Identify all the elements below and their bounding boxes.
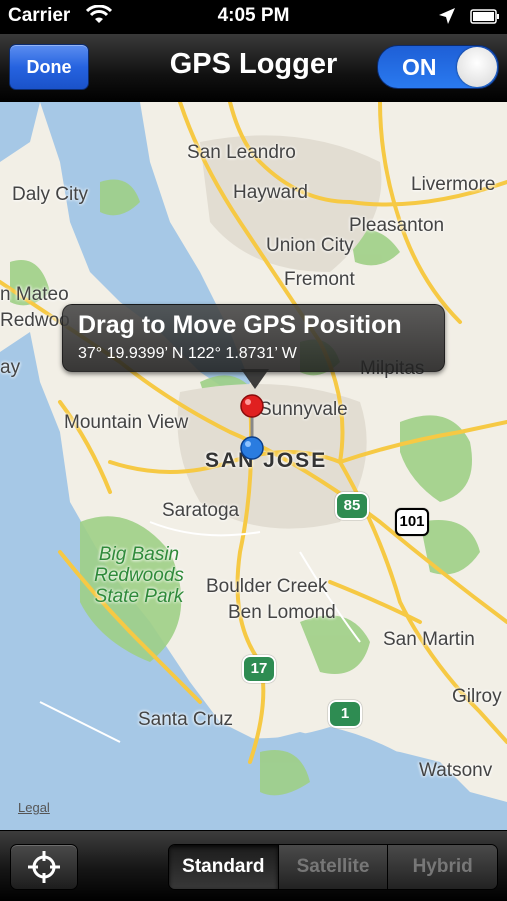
highway-1-shield: 1 — [328, 700, 362, 728]
place-label: Saratoga — [162, 500, 240, 521]
place-label: Santa Cruz — [138, 709, 234, 730]
pin-callout[interactable]: Drag to Move GPS Position 37° 19.9399’ N… — [62, 304, 445, 372]
callout-coordinates: 37° 19.9399’ N 122° 1.8731’ W — [78, 345, 297, 362]
map-view[interactable]: San Leandro Livermore Daly City Hayward … — [0, 102, 507, 830]
battery-icon — [470, 9, 499, 24]
highway-17-shield: 17 — [242, 655, 276, 683]
place-label: San Martin — [383, 629, 475, 650]
location-services-icon — [439, 8, 455, 24]
gps-logging-toggle[interactable]: ON — [377, 45, 499, 89]
segment-standard[interactable]: Standard — [169, 845, 278, 889]
place-label: Union City — [266, 235, 354, 256]
blue-location-pin-icon — [240, 436, 264, 460]
park-label-line: Redwoods — [94, 565, 184, 586]
toggle-knob[interactable] — [457, 47, 497, 87]
place-label: Gilroy — [452, 686, 502, 707]
place-label: Watsonv — [419, 760, 493, 781]
bay-top-left — [0, 102, 40, 162]
place-label: Fremont — [284, 269, 355, 290]
park-label-line: State Park — [94, 586, 184, 607]
place-label: Sunnyvale — [259, 399, 348, 420]
place-label: Pleasanton — [349, 215, 445, 236]
highway-85-shield: 85 — [335, 492, 369, 520]
place-label: Daly City — [12, 184, 89, 205]
crosshair-icon — [28, 851, 60, 883]
callout-arrow — [241, 369, 269, 389]
place-label: Boulder Creek — [206, 576, 328, 597]
clock: 4:05 PM — [217, 5, 290, 26]
bottom-toolbar: Standard Satellite Hybrid — [0, 830, 507, 901]
gps-pins[interactable] — [238, 392, 268, 462]
place-label: ay — [0, 357, 21, 378]
place-label: Hayward — [233, 182, 308, 203]
place-label: Redwoo — [0, 310, 70, 331]
segment-hybrid[interactable]: Hybrid — [387, 845, 497, 889]
legal-link[interactable]: Legal — [18, 800, 50, 815]
navigation-bar: Done GPS Logger ON — [0, 34, 507, 103]
place-label: Mountain View — [64, 412, 189, 433]
place-label: Ben Lomond — [228, 602, 336, 623]
park-label-line: Big Basin — [98, 544, 180, 565]
place-label: Livermore — [411, 174, 496, 195]
status-bar: Carrier 4:05 PM — [0, 0, 507, 34]
us-101-shield: 101 — [395, 508, 429, 536]
current-location-button[interactable] — [10, 844, 78, 890]
place-label: n Mateo — [0, 284, 69, 305]
red-drag-pin-icon — [240, 394, 264, 418]
toggle-on-label: ON — [402, 54, 437, 80]
place-label: San Leandro — [187, 142, 296, 163]
callout-title: Drag to Move GPS Position — [78, 311, 402, 339]
segment-satellite[interactable]: Satellite — [277, 845, 388, 889]
park-label: Big Basin Redwoods State Park — [84, 544, 194, 607]
map-type-segmented-control[interactable]: Standard Satellite Hybrid — [168, 844, 498, 890]
